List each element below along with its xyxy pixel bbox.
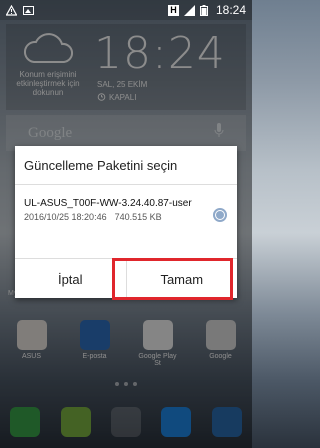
package-name: UL-ASUS_T00F-WW-3.24.40.87-user [24, 198, 192, 209]
ok-button-highlight [112, 258, 233, 300]
cancel-button[interactable]: İptal [15, 259, 126, 299]
network-h-icon: H [167, 4, 179, 16]
package-meta: 2016/10/25 18:20:46 740.515 KB [24, 212, 229, 222]
package-size: 740.515 KB [114, 212, 162, 222]
package-radio-button[interactable] [213, 208, 227, 222]
signal-icon [183, 4, 195, 16]
warning-icon [5, 4, 18, 16]
image-icon [23, 5, 34, 16]
divider [15, 184, 237, 185]
package-date: 2016/10/25 18:20:46 [24, 212, 107, 222]
status-time: 18:24 [215, 3, 246, 17]
dialog-title: Güncelleme Paketini seçin [24, 158, 178, 173]
battery-icon [199, 4, 211, 16]
update-package-option[interactable]: UL-ASUS_T00F-WW-3.24.40.87-user 2016/10/… [24, 198, 229, 238]
status-bar: H 18:24 [0, 0, 252, 20]
radio-selected-dot [216, 211, 224, 219]
